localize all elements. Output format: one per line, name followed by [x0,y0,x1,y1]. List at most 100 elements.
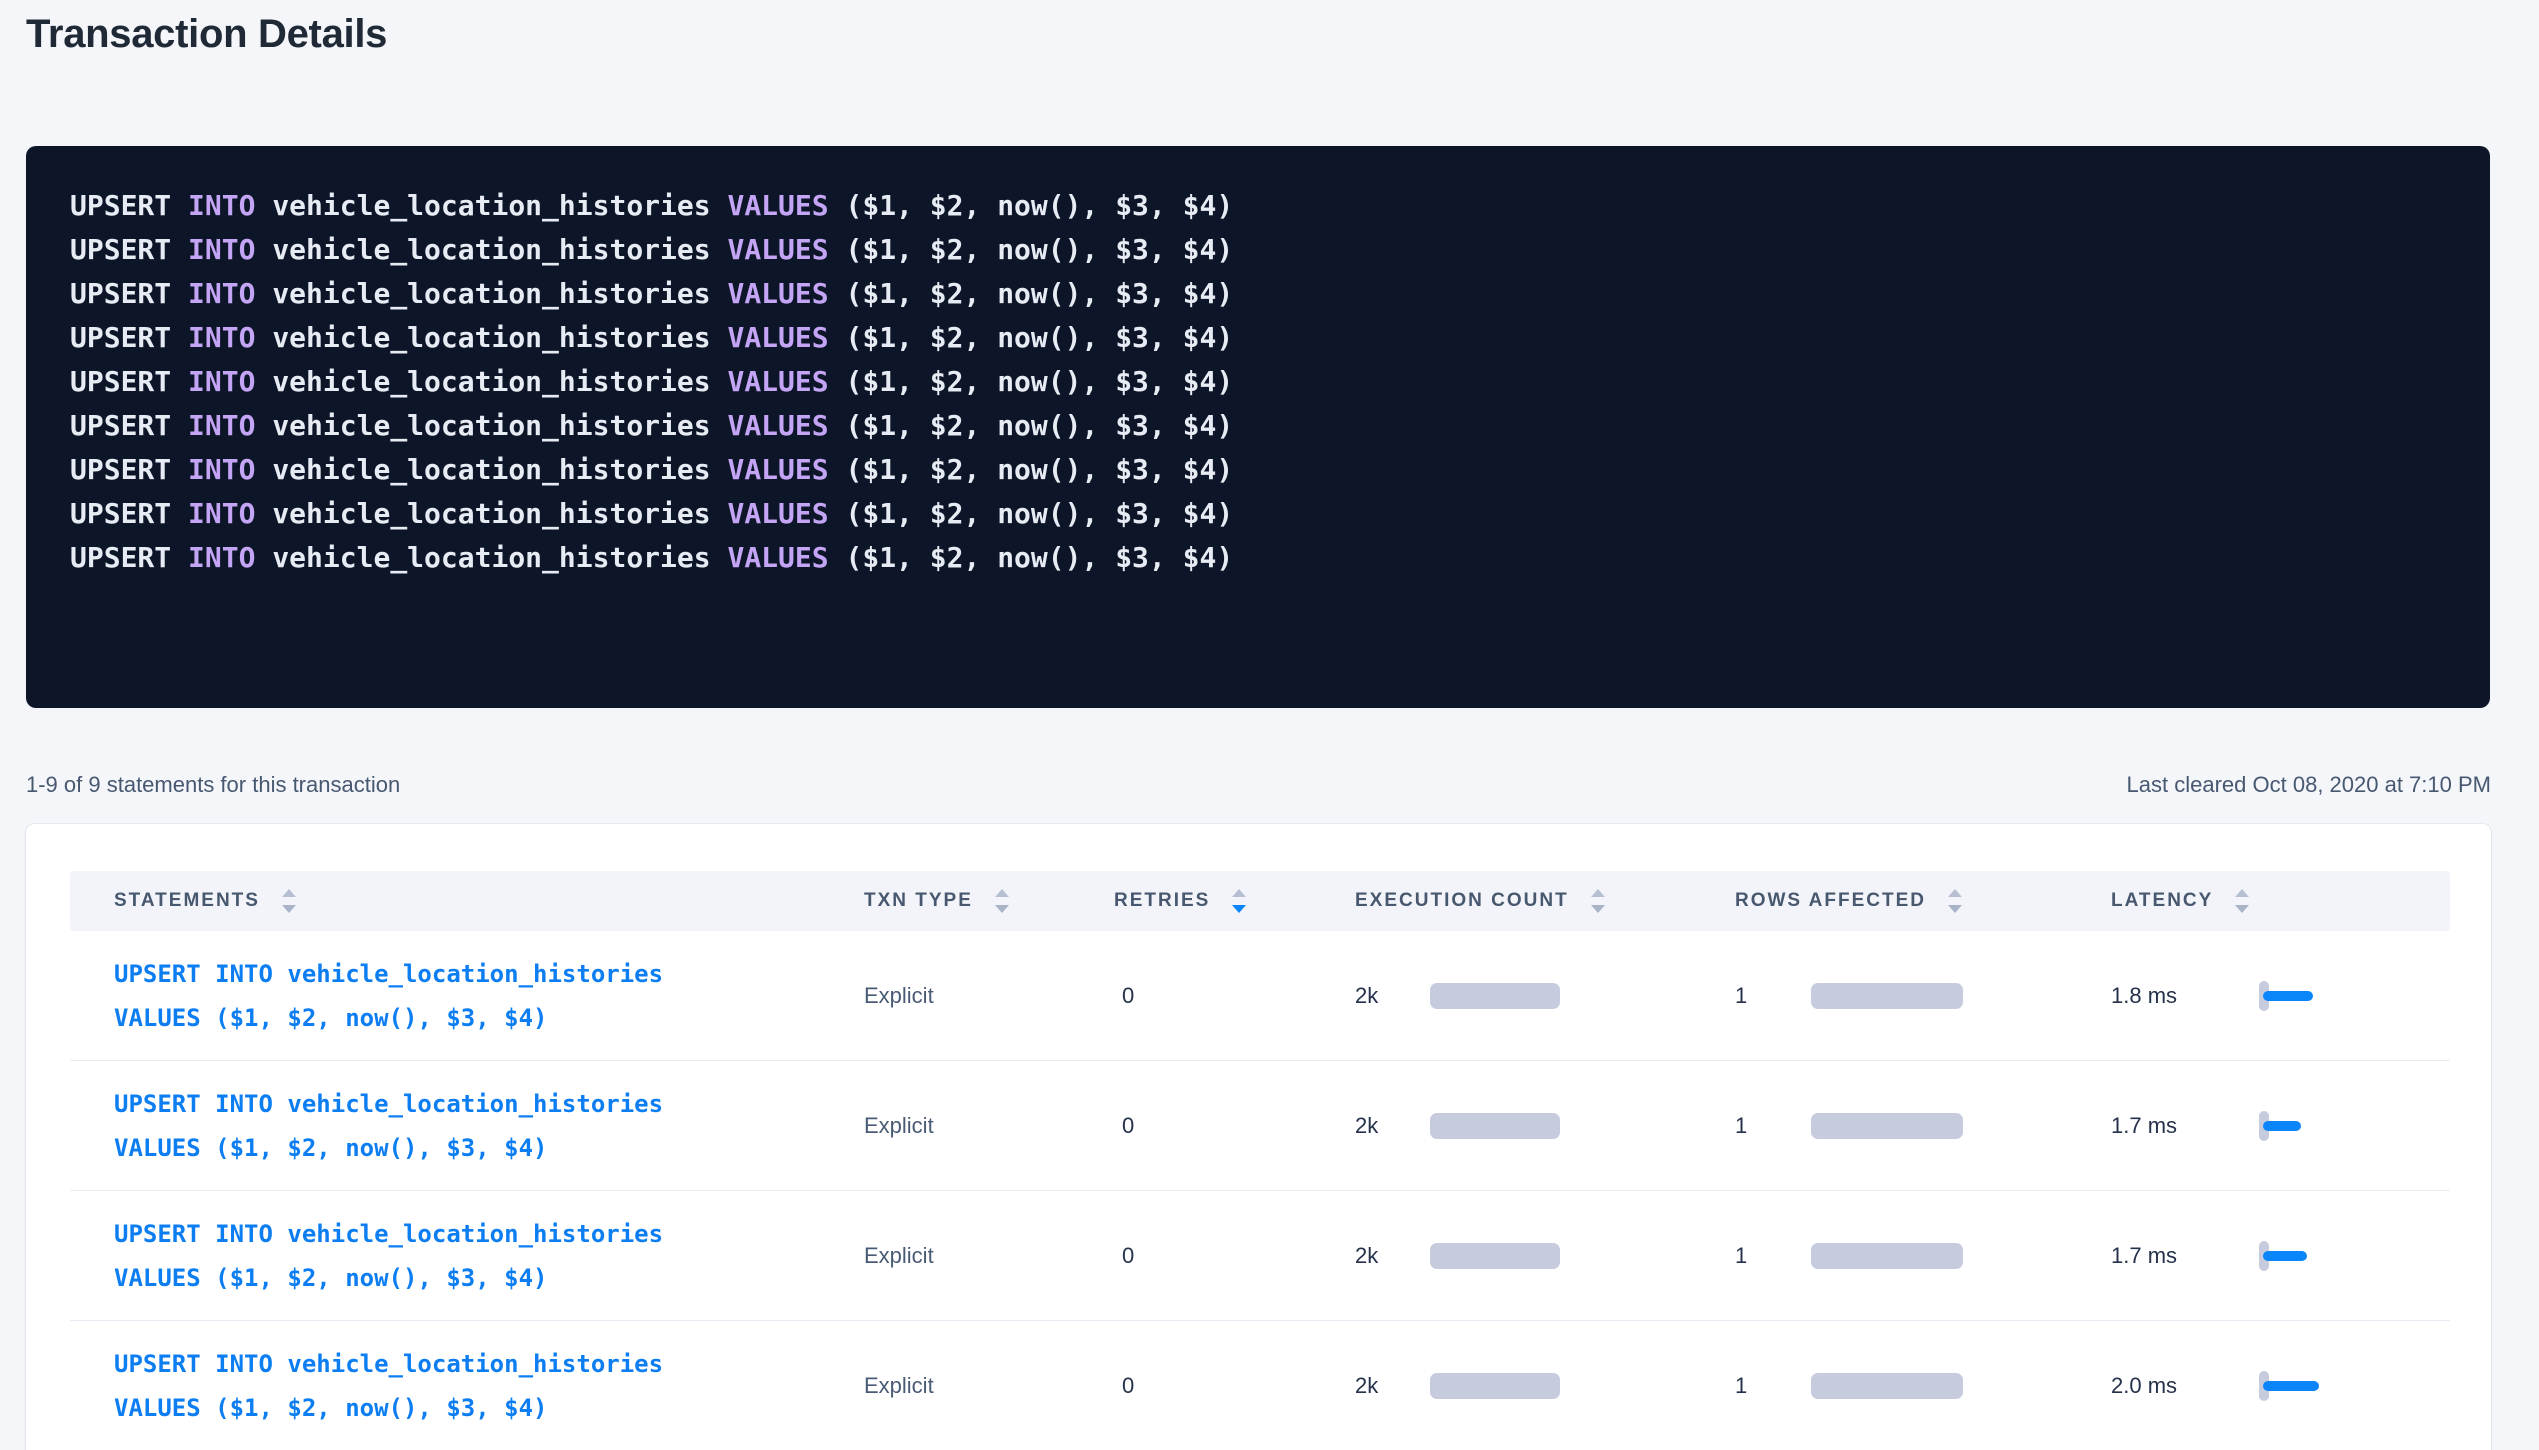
rows-affected-bar [1811,983,1963,1009]
sql-keyword: VALUES [727,321,845,354]
column-header-label: TXN TYPE [864,890,973,912]
transaction-sql-box: UPSERT INTO vehicle_location_histories V… [26,146,2490,708]
statement-line-1: UPSERT INTO vehicle_location_histories [114,952,663,996]
table-row: UPSERT INTO vehicle_location_historiesVA… [70,931,2450,1061]
sql-text: vehicle_location_histories [272,277,727,310]
rows-affected-cell: 1 [1735,1321,2111,1450]
retries-cell: 0 [1114,1321,1355,1450]
execution-count-value: 2k [1355,983,1378,1009]
txn-type-value: Explicit [864,983,934,1009]
statements-table-header: STATEMENTSTXN TYPE RETRIES EXECUTION COUNT… [70,871,2450,931]
txn-type-cell: Explicit [864,1321,1114,1450]
txn-type-cell: Explicit [864,931,1114,1060]
sql-keyword: INTO [188,321,272,354]
execution-count-bar [1430,1113,1560,1139]
statement-link[interactable]: UPSERT INTO vehicle_location_historiesVA… [70,952,663,1040]
sql-text: vehicle_location_histories [272,189,727,222]
sql-text: UPSERT [70,497,188,530]
latency-bar [2263,1121,2301,1131]
sql-text: vehicle_location_histories [272,541,727,574]
rows-affected-value: 1 [1735,983,1747,1009]
statement-link[interactable]: UPSERT INTO vehicle_location_historiesVA… [70,1212,663,1300]
sort-down-arrow-icon [1948,905,1962,913]
table-row: UPSERT INTO vehicle_location_historiesVA… [70,1321,2450,1450]
sql-keyword: VALUES [727,365,845,398]
sql-text: ($1, $2, now(), $3, $4) [845,453,1233,486]
statement-line-2: VALUES ($1, $2, now(), $3, $4) [114,1256,663,1300]
sql-text: UPSERT [70,321,188,354]
sort-down-arrow-icon [1591,905,1605,913]
retries-cell: 0 [1114,1191,1355,1320]
sort-up-arrow-icon [1948,889,1962,897]
statement-line-2: VALUES ($1, $2, now(), $3, $4) [114,1126,663,1170]
sql-keyword: INTO [188,409,272,442]
txn-type-value: Explicit [864,1373,934,1399]
statement-cell: UPSERT INTO vehicle_location_historiesVA… [70,1191,864,1320]
execution-count-bar [1430,983,1560,1009]
column-header-execution-count[interactable]: EXECUTION COUNT [1355,889,1735,913]
page-title: Transaction Details [26,12,387,57]
column-header-statements[interactable]: STATEMENTS [70,889,864,913]
latency-bar [2263,1251,2307,1261]
table-row: UPSERT INTO vehicle_location_historiesVA… [70,1061,2450,1191]
sort-up-arrow-icon [2235,889,2249,897]
latency-chart-icon [2259,1371,2339,1401]
column-header-txn-type[interactable]: TXN TYPE [864,889,1114,913]
sql-text: ($1, $2, now(), $3, $4) [845,277,1233,310]
rows-affected-value: 1 [1735,1113,1747,1139]
execution-count-cell: 2k [1355,1061,1735,1190]
sql-text: vehicle_location_histories [272,321,727,354]
column-header-label: EXECUTION COUNT [1355,890,1569,912]
statement-link[interactable]: UPSERT INTO vehicle_location_historiesVA… [70,1342,663,1430]
column-header-label: ROWS AFFECTED [1735,890,1926,912]
sql-text: UPSERT [70,453,188,486]
statement-cell: UPSERT INTO vehicle_location_historiesVA… [70,1061,864,1190]
statement-line-1: UPSERT INTO vehicle_location_histories [114,1212,663,1256]
latency-value: 2.0 ms [2111,1373,2177,1399]
rows-affected-value: 1 [1735,1373,1747,1399]
column-header-latency[interactable]: LATENCY [2111,889,2450,913]
sort-up-arrow-icon [995,889,1009,897]
execution-count-cell: 2k [1355,931,1735,1060]
rows-affected-bar [1811,1373,1963,1399]
latency-chart-icon [2259,1241,2339,1271]
sort-icon [1232,889,1246,913]
sql-text: ($1, $2, now(), $3, $4) [845,233,1233,266]
sql-statement-line: UPSERT INTO vehicle_location_histories V… [70,228,2450,272]
table-caption-row: 1-9 of 9 statements for this transaction… [26,772,2491,798]
retries-value: 0 [1122,1113,1134,1139]
sql-text: UPSERT [70,189,188,222]
table-row: UPSERT INTO vehicle_location_historiesVA… [70,1191,2450,1321]
sql-keyword: VALUES [727,277,845,310]
latency-cell: 2.0 ms [2111,1321,2450,1450]
sql-text: vehicle_location_histories [272,453,727,486]
sort-icon [2235,889,2249,913]
sql-statement-line: UPSERT INTO vehicle_location_histories V… [70,448,2450,492]
latency-cell: 1.7 ms [2111,1061,2450,1190]
sort-up-arrow-icon [1591,889,1605,897]
column-header-label: RETRIES [1114,890,1210,912]
sql-text: ($1, $2, now(), $3, $4) [845,321,1233,354]
column-header-retries[interactable]: RETRIES [1114,889,1355,913]
sql-text: ($1, $2, now(), $3, $4) [845,541,1233,574]
retries-value: 0 [1122,1373,1134,1399]
sort-icon [282,889,296,913]
sort-down-arrow-icon [995,905,1009,913]
sql-text: vehicle_location_histories [272,365,727,398]
rows-affected-value: 1 [1735,1243,1747,1269]
sort-down-arrow-icon [1232,905,1246,913]
column-header-rows-affected[interactable]: ROWS AFFECTED [1735,889,2111,913]
statement-link[interactable]: UPSERT INTO vehicle_location_historiesVA… [70,1082,663,1170]
latency-value: 1.7 ms [2111,1243,2177,1269]
latency-cell: 1.7 ms [2111,1191,2450,1320]
rows-affected-cell: 1 [1735,1191,2111,1320]
latency-bar [2263,991,2313,1001]
sql-keyword: INTO [188,365,272,398]
txn-type-cell: Explicit [864,1191,1114,1320]
sql-text: ($1, $2, now(), $3, $4) [845,189,1233,222]
sql-keyword: VALUES [727,541,845,574]
last-cleared-text: Last cleared Oct 08, 2020 at 7:10 PM [2127,772,2491,798]
rows-affected-cell: 1 [1735,1061,2111,1190]
retries-cell: 0 [1114,1061,1355,1190]
execution-count-bar [1430,1373,1560,1399]
